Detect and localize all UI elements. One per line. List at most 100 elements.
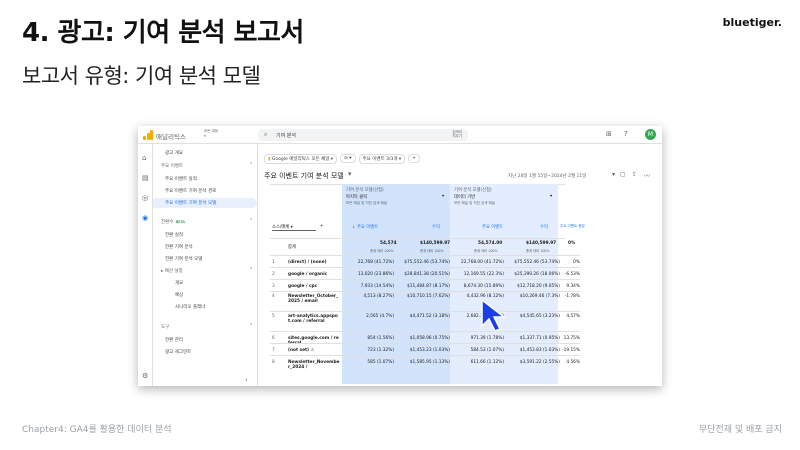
row-number: 1 bbox=[272, 259, 275, 265]
total-events-2: 54,574.00 bbox=[478, 241, 503, 246]
row-events-1: 13,020 (23.86%) bbox=[357, 271, 394, 277]
slide-subtitle: 보고서 유형: 기여 분석 모델 bbox=[22, 64, 261, 88]
search-input[interactable]: ⌕ 기여 분석 검색어 지우기 bbox=[258, 129, 468, 141]
sidebar-item-attribution-model[interactable]: 주요 이벤트 기여 분석 모델 bbox=[165, 200, 216, 206]
search-clear[interactable]: 검색어 지우기 bbox=[452, 130, 462, 138]
apps-grid-icon[interactable]: ⊞ bbox=[606, 130, 612, 138]
row-dimension[interactable]: (not set) ⚠ bbox=[288, 348, 340, 353]
total-revenue-2-sub: 총계 대비 100% bbox=[526, 249, 550, 253]
row-revenue-2: $25,390.26 (18.06%) bbox=[514, 271, 560, 277]
total-events-1-sub: 총계 대비 100% bbox=[370, 249, 394, 253]
add-filter-icon[interactable]: + bbox=[408, 154, 420, 163]
table-row[interactable]: 5 art-analytics.appspot.com / referral 2,5… bbox=[270, 311, 580, 331]
sidebar-section-tools[interactable]: 도구 bbox=[161, 324, 169, 330]
avatar[interactable]: M bbox=[645, 129, 656, 140]
sidebar-item-conversion-model[interactable]: 전환 기여 분석 모델 bbox=[165, 256, 202, 262]
table-row[interactable]: 4 Newsletter_October_2025 / email 4,513 (8… bbox=[270, 291, 580, 311]
col-revenue-2[interactable]: 수익 bbox=[540, 224, 548, 230]
table-row[interactable]: 1 (direct) / (none) 22,768 (41.72%) $75,552… bbox=[270, 255, 580, 267]
sidebar-item-overview[interactable]: 광고 개요 bbox=[165, 150, 183, 156]
row-change: -1.78% bbox=[564, 294, 580, 299]
key-event-chip[interactable]: 주요 이벤트 3/3개 ▾ bbox=[358, 154, 406, 164]
total-revenue-1-sub: 총계 대비 100% bbox=[420, 249, 444, 253]
table-row[interactable]: 6 sites.google.com / referral 854 (1.56%) $… bbox=[270, 331, 580, 346]
chevron-up-icon[interactable]: ⌃ bbox=[249, 218, 253, 224]
footer-copyright: 무단전재 및 배포 금지 bbox=[698, 425, 782, 435]
account-selector[interactable]: 모든 계정 ▾ bbox=[204, 129, 218, 139]
collapse-sidebar-icon[interactable]: ‹ bbox=[245, 376, 248, 384]
row-revenue-2: $1,337.71 (0.95%) bbox=[519, 335, 560, 341]
row-revenue-2: $12,718.20 (9.05%) bbox=[517, 283, 560, 289]
col-key-events-1[interactable]: ↓ 주요 이벤트 bbox=[352, 224, 378, 230]
settings-gear-icon[interactable]: ⚙ bbox=[142, 372, 148, 380]
chevron-up-icon[interactable]: ⌃ bbox=[249, 267, 253, 273]
table-row[interactable]: 7 (not set) ⚠ 723 (1.32%) $1,453.23 (1.03%)… bbox=[270, 343, 580, 355]
insights-icon[interactable]: 〰 bbox=[644, 171, 650, 180]
model1-name[interactable]: 마지막 클릭 bbox=[346, 194, 367, 200]
brand-logo: bluetiger. bbox=[722, 16, 782, 29]
model2-name[interactable]: 데이터 기반 bbox=[454, 194, 475, 200]
model2-title: 기여 분석 모델(선접) bbox=[454, 188, 492, 193]
col-change[interactable]: 주요 이벤트 증감 bbox=[560, 224, 590, 229]
chevron-down-icon[interactable]: ▾ bbox=[550, 194, 552, 199]
row-dimension[interactable]: google / cpc bbox=[288, 284, 340, 289]
sidebar-item-scenario-planner[interactable]: 시나리오 플래너 bbox=[175, 304, 205, 310]
ga4-screenshot: 애널리틱스 모든 계정 ▾ ⌕ 기여 분석 검색어 지우기 ⊞ ? M ⌂ ▤ ◎ … bbox=[138, 126, 662, 386]
row-dimension[interactable]: google / organic bbox=[288, 272, 340, 277]
col-key-events-2[interactable]: 주요 이벤트 bbox=[482, 224, 503, 230]
nav-rail: ⌂ ▤ ◎ ◉ ⚙ bbox=[138, 144, 153, 386]
dimension-select[interactable]: 소스/매체 ▾ bbox=[272, 224, 316, 231]
table-row[interactable]: 8 Newsletter_November_2024 / 585 (1.07%) $1… bbox=[270, 355, 580, 370]
date-range[interactable]: 지난 28일 1월 15일~2024년 2월 11일 bbox=[508, 173, 586, 179]
app-name: 애널리틱스 bbox=[156, 133, 186, 141]
sidebar-item-forecast[interactable]: 예상 bbox=[175, 292, 183, 298]
table-row[interactable]: 2 google / organic 13,020 (23.86%) $28,841.… bbox=[270, 267, 580, 279]
channel-filter-label: Google 애널리틱스 모든 채널 bbox=[271, 157, 330, 162]
channel-filter-chip[interactable]: ▮ Google 애널리틱스 모든 채널 ▾ bbox=[264, 154, 338, 164]
home-icon[interactable]: ⌂ bbox=[142, 154, 146, 162]
table-row[interactable]: 3 google / cpc 7,933 (14.54%) $11,484.87 (8… bbox=[270, 279, 580, 291]
share-icon[interactable]: ⇪ bbox=[632, 171, 637, 178]
row-dimension[interactable]: Newsletter_November_2024 / bbox=[288, 360, 340, 370]
row-dimension[interactable]: Newsletter_October_2025 / email bbox=[288, 294, 340, 304]
row-change: -19.15% bbox=[562, 347, 580, 353]
sidebar-item-key-event-performance[interactable]: 주요 이벤트 실적 bbox=[165, 176, 197, 182]
explore-icon[interactable]: ◎ bbox=[142, 194, 148, 202]
date-dropdown-icon[interactable]: ▾ bbox=[612, 171, 615, 178]
account-caret: ▾ bbox=[204, 134, 206, 138]
sidebar-item-ad-segments[interactable]: 광고 세그먼트 bbox=[165, 349, 191, 355]
row-events-1: 4,513 (8.27%) bbox=[363, 294, 394, 299]
row-revenue-2: $3,591.22 (2.55%) bbox=[519, 359, 560, 365]
advertising-icon[interactable]: ◉ bbox=[142, 214, 148, 222]
customize-report-icon[interactable]: ▢ bbox=[620, 171, 626, 178]
sidebar-conversions-label: 전환수 bbox=[161, 220, 174, 225]
chevron-up-icon[interactable]: ⌃ bbox=[249, 323, 253, 329]
row-events-2: 584.53 (1.07%) bbox=[470, 347, 504, 353]
row-dimension[interactable]: art-analytics.appspot.com / referral bbox=[288, 314, 340, 324]
chevron-down-icon[interactable]: ▾ bbox=[442, 194, 444, 199]
sidebar-item-conversion-attribution[interactable]: 전환 기여 분석 bbox=[165, 244, 193, 250]
reports-icon[interactable]: ▤ bbox=[142, 174, 149, 182]
row-events-2: 22,768.00 (41.72%) bbox=[461, 259, 504, 265]
help-icon[interactable]: ? bbox=[624, 130, 628, 138]
sidebar-item-conversion-management[interactable]: 전환 관리 bbox=[165, 337, 183, 343]
report-area: ▮ Google 애널리틱스 모든 채널 ▾ ⊘ ▾ 주요 이벤트 3/3개 ▾ + … bbox=[258, 144, 662, 386]
footer-chapter: Chapter4: GA4를 활용한 데이터 분석 bbox=[22, 425, 172, 435]
total-label: 합계 bbox=[288, 245, 296, 250]
sidebar-item-conversion-performance[interactable]: 전환 실적 bbox=[165, 232, 183, 238]
chevron-up-icon[interactable]: ⌃ bbox=[249, 162, 253, 168]
add-dimension-icon[interactable]: + bbox=[320, 224, 324, 229]
sidebar-item-attribution-paths[interactable]: 주요 이벤트 기여 분석 경로 bbox=[165, 188, 216, 194]
title-dropdown-icon[interactable]: ▾ bbox=[348, 170, 352, 178]
col-revenue-1[interactable]: 수익 bbox=[432, 224, 440, 230]
sidebar-section-conversions[interactable]: 전환수 BETA bbox=[161, 219, 186, 225]
row-number: 5 bbox=[272, 314, 275, 319]
sidebar-section-budget[interactable]: ▸ 예산 설정 bbox=[161, 268, 183, 274]
row-events-1: 2,565 (4.7%) bbox=[366, 314, 394, 319]
page-title: 주요 이벤트 기여 분석 모델 bbox=[264, 172, 344, 180]
row-events-2: 8,674.30 (15.89%) bbox=[463, 283, 504, 289]
sidebar-section-key-events[interactable]: 주요 이벤트 bbox=[161, 163, 183, 169]
row-dimension[interactable]: (direct) / (none) bbox=[288, 260, 340, 265]
compare-icon[interactable]: ⊘ ▾ bbox=[340, 154, 356, 163]
sidebar-item-budget-overview[interactable]: 개요 bbox=[175, 280, 183, 286]
